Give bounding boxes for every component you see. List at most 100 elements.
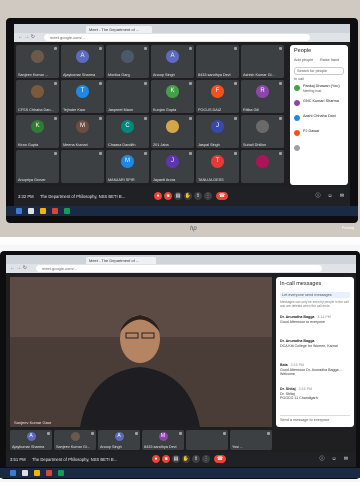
more-options-button[interactable]: ⋮ [204,192,212,200]
leave-call-button[interactable]: ☎ [214,455,226,463]
participant-name: TANUJA DESS [198,178,224,182]
people-panel: People Add people Raise hand Search for … [290,45,348,185]
people-search-input[interactable]: Search for people [294,67,344,75]
participant-name: Tejinder Kaur [63,108,86,112]
start-icon[interactable] [10,470,16,476]
people-list-item[interactable]: Pankaj Dhawan (You) Meeting host [290,83,348,97]
browser-tab[interactable]: Meet - The Department of ... [86,26,152,33]
participant-tile[interactable]: R Ritika Gill [241,80,284,113]
participant-tile[interactable]: M Meena Kumari [61,115,104,148]
participant-tile[interactable]: T Tejinder Kaur [61,80,104,113]
participant-tile[interactable]: C Chaana Dandith [106,115,149,148]
people-list-item[interactable] [290,143,348,157]
raise-hand-button[interactable]: ✋ [182,455,190,463]
captions-button[interactable]: ▤ [174,192,182,200]
participant-name: Meena Kumari [63,143,88,147]
toggle-send-messages[interactable]: Let everyone send messages [280,292,350,298]
present-button[interactable]: ⇧ [194,192,202,200]
chat-message: Dr. Shitaj 3:16 PM Dr. Shitaj PGGCG 11 Cha… [280,387,350,401]
avatar [256,50,269,63]
participant-tile[interactable]: Sanjeev Kumar Gi... [54,430,96,450]
chat-icon[interactable]: ✉ [338,192,346,200]
participant-tile[interactable]: CFSS Chhaha Dan... [16,80,59,113]
folder-icon[interactable] [40,208,46,214]
participant-tile[interactable]: Monika Garg [106,45,149,78]
raise-hand-button[interactable]: ✋ [184,192,192,200]
captions-button[interactable]: ▤ [172,455,180,463]
participant-tile[interactable] [186,430,228,450]
mic-muted-icon [144,47,147,50]
mic-off-button[interactable]: ● [154,192,162,200]
participant-tile[interactable]: 8433 sandhya Devi [196,45,239,78]
meeting-time: 3:51 PM [10,457,26,462]
participant-tile[interactable]: J Jaspal Singh [196,115,239,148]
participant-tile[interactable]: A Anoop Singh [98,430,140,450]
participant-tile[interactable]: 201 Jaba [151,115,194,148]
back-icon[interactable]: ← → ↻ [10,265,27,272]
windows-taskbar [0,468,360,478]
avatar: T [76,85,89,98]
participant-tile[interactable]: Yosi ... [230,430,272,450]
chat-message: Dr. Anuradha Bagga DCA Kitt College for W… [280,339,350,348]
present-button[interactable]: ⇧ [192,455,200,463]
raise-hand-tab[interactable]: Raise hand [320,58,339,62]
chrome-icon[interactable] [52,208,58,214]
camera-off-button[interactable]: ■ [164,192,172,200]
search-icon[interactable] [28,208,34,214]
more-options-button[interactable]: ⋮ [202,455,210,463]
avatar: K [31,120,44,133]
participant-tile[interactable]: T TANUJA DESS [196,150,239,183]
add-people-tab[interactable]: Add people [294,58,313,62]
people-icon[interactable]: ☺ [326,192,334,200]
mic-muted-icon [267,432,270,435]
avatar [166,120,179,133]
mic-off-button[interactable]: ● [152,455,160,463]
participant-strip: A Ajaykumar Sharma Sanjeev Kumar Gi... A Ano… [10,430,272,450]
app-icon[interactable] [64,208,70,214]
mic-muted-icon [189,82,192,85]
avatar [31,85,44,98]
participant-tile[interactable]: K Kunjan Gupta [151,80,194,113]
start-icon[interactable] [16,208,22,214]
leave-call-button[interactable]: ☎ [216,192,228,200]
participant-tile[interactable]: J Jayanti Arora [151,150,194,183]
people-list-item[interactable]: PJ Dawar [290,128,348,142]
people-list-item[interactable]: Aashi Chhaha Dani [290,113,348,127]
participant-tile[interactable]: M 8433 sandhya Devi [142,430,184,450]
chrome-icon[interactable] [46,470,52,476]
search-icon[interactable] [22,470,28,476]
mic-muted-icon [189,47,192,50]
camera-off-button[interactable]: ■ [162,455,170,463]
participant-tile[interactable] [241,150,284,183]
mic-muted-icon [189,152,192,155]
participant-tile[interactable]: Suhail Dhillon [241,115,284,148]
participant-tile[interactable]: Jaspreet Mann [106,80,149,113]
info-icon[interactable]: ⓘ [318,455,326,463]
participant-tile[interactable]: A Ajaykumar Sharma [10,430,52,450]
folder-icon[interactable] [34,470,40,476]
browser-tab[interactable]: Meet - The Department of ... [86,257,156,264]
back-icon[interactable]: ← → ↻ [18,34,35,41]
participant-tile[interactable] [61,150,104,183]
avatar [246,432,256,441]
avatar [31,50,44,63]
chat-icon[interactable]: ✉ [342,455,350,463]
mic-muted-icon [234,82,237,85]
participant-tile[interactable]: Anupriya Grover [16,150,59,183]
participant-tile[interactable]: M MANJARI SPIR [106,150,149,183]
address-bar[interactable]: meet.google.com/... [36,265,322,272]
participant-tile[interactable]: Sanjeev Kumar ... [16,45,59,78]
mic-muted-icon [54,82,57,85]
participant-tile[interactable]: A Ajaykumar Sharma [61,45,104,78]
people-list-item[interactable]: GNC Kumari Sharma [290,98,348,112]
avatar [294,145,300,151]
address-bar[interactable]: meet.google.com/... [44,34,310,41]
info-icon[interactable]: ⓘ [314,192,322,200]
participant-tile[interactable]: Ashish Kumar Gi... [241,45,284,78]
people-icon[interactable]: ☺ [330,455,338,463]
app-icon[interactable] [58,470,64,476]
participant-tile[interactable]: A Anoop Singh [151,45,194,78]
participant-tile[interactable]: K Kiran Gupta [16,115,59,148]
participant-tile[interactable]: F POCUS DAIZ [196,80,239,113]
chat-input[interactable]: Send a message to everyone [280,415,350,422]
